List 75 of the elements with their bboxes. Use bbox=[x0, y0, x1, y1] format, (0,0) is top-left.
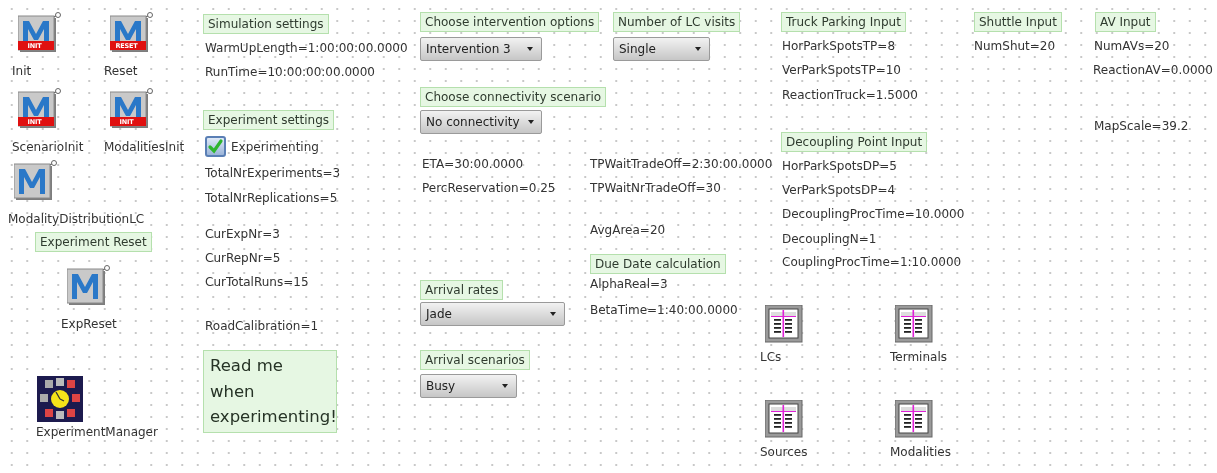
variable-value[interactable]: CurExpNr=3 bbox=[205, 226, 280, 242]
comment-label: Choose connectivity scenario bbox=[420, 87, 607, 107]
comment-note: Read me when experimenting! bbox=[203, 350, 337, 433]
method-label: Reset bbox=[104, 64, 138, 78]
comment-label: Shuttle Input bbox=[974, 12, 1062, 32]
table-icon[interactable] bbox=[895, 305, 933, 343]
method-label: ScenarioInit bbox=[12, 140, 84, 154]
variable-value[interactable]: HorParkSpotsDP=5 bbox=[782, 158, 897, 174]
caret-icon bbox=[527, 120, 534, 124]
table-icon[interactable] bbox=[765, 305, 803, 343]
method-label: ExpReset bbox=[61, 317, 117, 331]
comment-label: Experiment Reset bbox=[35, 232, 152, 252]
table-label: Terminals bbox=[890, 350, 947, 364]
variable-value[interactable]: NumAVs=20 bbox=[1094, 38, 1170, 54]
table-label: LCs bbox=[760, 350, 782, 364]
variable-value[interactable]: RoadCalibration=1 bbox=[205, 318, 319, 334]
method-label: Init bbox=[12, 64, 32, 78]
comment-label: Due Date calculation bbox=[590, 254, 726, 274]
dropdown[interactable]: Busy bbox=[420, 374, 517, 398]
variable-value[interactable]: BetaTime=1:40:00.0000 bbox=[590, 302, 738, 318]
variable-value[interactable]: MapScale=39.2 bbox=[1094, 118, 1189, 134]
variable-value[interactable]: ReactionTruck=1.5000 bbox=[782, 87, 918, 103]
method-icon[interactable] bbox=[67, 265, 111, 307]
variable-value[interactable]: HorParkSpotsTP=8 bbox=[782, 38, 896, 54]
caret-icon bbox=[527, 47, 533, 51]
variable-value[interactable]: PercReservation=0.25 bbox=[422, 180, 556, 196]
variable-value[interactable]: RunTime=10:00:00:00.0000 bbox=[205, 64, 375, 80]
comment-label: Experiment settings bbox=[203, 110, 334, 130]
table-icon[interactable] bbox=[765, 400, 803, 438]
caret-icon bbox=[502, 384, 508, 388]
variable-value[interactable]: DecouplingN=1 bbox=[782, 231, 877, 247]
object-label: ExperimentManager bbox=[36, 425, 158, 439]
clock-grid-icon[interactable] bbox=[37, 376, 83, 422]
variable-value[interactable]: TPWaitTradeOff=2:30:00.0000 bbox=[590, 156, 773, 172]
table-label: Sources bbox=[760, 445, 808, 459]
variable-value[interactable]: ETA=30:00.0000 bbox=[422, 156, 524, 172]
variable-value[interactable]: DecouplingProcTime=10.0000 bbox=[782, 206, 965, 222]
dropdown[interactable]: Single bbox=[613, 37, 710, 61]
variable-value[interactable]: AvgArea=20 bbox=[590, 222, 666, 238]
method-icon[interactable] bbox=[110, 88, 154, 130]
comment-label: Decoupling Point Input bbox=[781, 132, 928, 152]
checkbox[interactable] bbox=[205, 136, 226, 157]
caret-icon bbox=[695, 47, 701, 51]
comment-label: AV Input bbox=[1095, 12, 1156, 32]
method-icon[interactable] bbox=[18, 12, 62, 54]
comment-label: Arrival scenarios bbox=[420, 350, 530, 370]
comment-label: Choose intervention options bbox=[420, 12, 600, 32]
dropdown[interactable]: Jade bbox=[420, 302, 565, 326]
dropdown[interactable]: No connectivity bbox=[420, 110, 542, 134]
dropdown[interactable]: Intervention 3 bbox=[420, 37, 542, 61]
table-icon[interactable] bbox=[895, 400, 933, 438]
variable-value[interactable]: TotalNrExperiments=3 bbox=[205, 165, 341, 181]
method-icon[interactable] bbox=[18, 88, 62, 130]
method-label: ModalityDistributionLC bbox=[8, 212, 145, 226]
comment-label: Arrival rates bbox=[420, 280, 504, 300]
variable-value[interactable]: ReactionAV=0.0000 bbox=[1093, 62, 1213, 78]
variable-value[interactable]: TotalNrReplications=5 bbox=[205, 190, 338, 206]
comment-label: Number of LC visits bbox=[613, 12, 741, 32]
variable-value[interactable]: AlphaReal=3 bbox=[590, 276, 668, 292]
method-label: ModalitiesInit bbox=[104, 140, 185, 154]
variable-value[interactable]: CurTotalRuns=15 bbox=[205, 274, 309, 290]
variable-value[interactable]: VerParkSpotsTP=10 bbox=[782, 62, 901, 78]
comment-label: Truck Parking Input bbox=[781, 12, 906, 32]
method-icon[interactable] bbox=[14, 160, 58, 202]
caret-icon bbox=[550, 312, 556, 316]
table-label: Modalities bbox=[890, 445, 951, 459]
variable-value[interactable]: CouplingProcTime=1:10.0000 bbox=[782, 254, 962, 270]
variable-value[interactable]: TPWaitNrTradeOff=30 bbox=[590, 180, 721, 196]
method-icon[interactable] bbox=[110, 12, 154, 54]
variable-value[interactable]: NumShut=20 bbox=[974, 38, 1056, 54]
variable-value[interactable]: CurRepNr=5 bbox=[205, 250, 281, 266]
variable-value[interactable]: WarmUpLength=1:00:00:00.0000 bbox=[205, 40, 408, 56]
comment-label: Simulation settings bbox=[203, 14, 329, 34]
checkbox-label: Experimenting bbox=[231, 139, 319, 154]
variable-value[interactable]: VerParkSpotsDP=4 bbox=[782, 182, 896, 198]
